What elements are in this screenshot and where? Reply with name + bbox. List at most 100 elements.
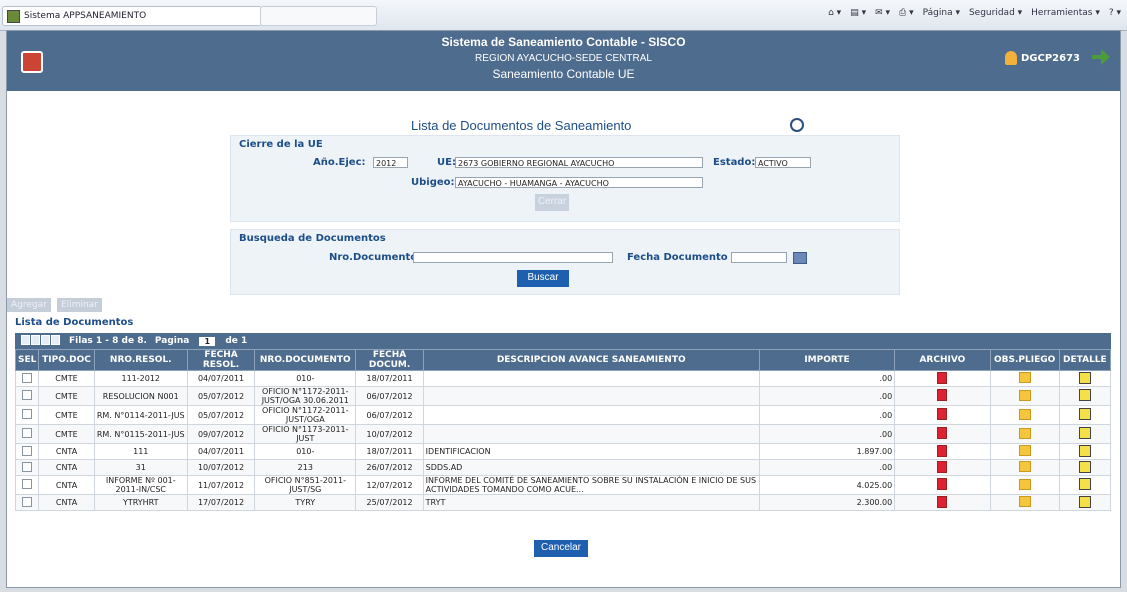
cell-obs[interactable] (989, 370, 1060, 387)
cell-archivo[interactable] (894, 475, 991, 495)
cell-obs[interactable] (989, 443, 1060, 460)
cell-obs[interactable] (989, 494, 1060, 511)
edit-icon[interactable] (1078, 389, 1091, 401)
cell-detalle[interactable] (1058, 494, 1112, 511)
browser-tab[interactable]: Sistema APPSANEAMIENTO (2, 6, 262, 26)
menu-seguridad[interactable]: Seguridad ▾ (969, 8, 1022, 18)
cell-archivo[interactable] (894, 494, 991, 511)
cell-desc (422, 405, 760, 425)
cell-detalle[interactable] (1058, 443, 1112, 460)
anio-field[interactable]: 2012 (373, 157, 408, 168)
row-checkbox[interactable] (14, 475, 40, 495)
nro-documento-input[interactable] (413, 252, 613, 263)
col-sel[interactable]: SEL (14, 349, 40, 371)
pdf-icon[interactable] (937, 495, 948, 508)
cell-detalle[interactable] (1058, 405, 1112, 425)
pdf-icon[interactable] (937, 444, 948, 457)
cell-archivo[interactable] (894, 443, 991, 460)
cell-detalle[interactable] (1058, 424, 1112, 444)
estado-field[interactable]: ACTIVO (755, 157, 811, 168)
col-archivo[interactable]: ARCHIVO (894, 349, 991, 371)
cell-importe: 1.897.00 (758, 443, 896, 460)
col-obs-pliego[interactable]: OBS.PLIEGO (989, 349, 1060, 371)
col-fecha-resol[interactable]: FECHA RESOL. (186, 349, 256, 371)
cell-archivo[interactable] (894, 370, 991, 387)
note-icon[interactable] (1018, 478, 1031, 490)
ue-field[interactable]: 2673 GOBIERNO REGIONAL AYACUCHO (455, 157, 703, 168)
note-icon[interactable] (1018, 461, 1031, 472)
mail-icon[interactable]: ✉ ▾ (875, 8, 890, 18)
cell-obs[interactable] (989, 475, 1060, 495)
ubigeo-field[interactable]: AYACUCHO - HUAMANGA - AYACUCHO (455, 177, 703, 188)
row-checkbox[interactable] (14, 370, 40, 387)
cell-archivo[interactable] (894, 405, 991, 425)
print-report-icon[interactable] (790, 118, 804, 132)
eliminar-button[interactable]: Eliminar (57, 298, 102, 312)
page-input[interactable]: 1 (199, 336, 216, 346)
note-icon[interactable] (1018, 496, 1031, 507)
edit-icon[interactable] (1078, 495, 1091, 508)
edit-icon[interactable] (1078, 427, 1091, 439)
pdf-icon[interactable] (937, 408, 948, 420)
pdf-icon[interactable] (937, 460, 948, 473)
feeds-icon[interactable]: ▤ ▾ (850, 8, 866, 18)
row-checkbox[interactable] (14, 494, 40, 511)
edit-icon[interactable] (1078, 460, 1091, 473)
cell-fdoc: 18/07/2011 (355, 443, 424, 460)
col-descripcion[interactable]: DESCRIPCION AVANCE SANEAMIENTO (422, 349, 760, 371)
edit-icon[interactable] (1078, 371, 1091, 384)
note-icon[interactable] (1018, 445, 1031, 456)
pdf-icon[interactable] (937, 427, 948, 439)
last-page-icon[interactable] (51, 334, 60, 345)
row-checkbox[interactable] (14, 459, 40, 476)
note-icon[interactable] (1018, 389, 1031, 401)
col-nro-resol[interactable]: NRO.RESOL. (93, 349, 188, 371)
cell-obs[interactable] (989, 386, 1060, 406)
pdf-icon[interactable] (937, 389, 948, 401)
first-page-icon[interactable] (21, 334, 30, 345)
agregar-button[interactable]: Agregar (7, 298, 51, 312)
cell-detalle[interactable] (1058, 459, 1112, 476)
col-tipo-doc[interactable]: TIPO.DOC (38, 349, 95, 371)
menu-pagina[interactable]: Página ▾ (923, 8, 960, 18)
cell-detalle[interactable] (1058, 475, 1112, 495)
pdf-icon[interactable] (937, 371, 948, 384)
buscar-button[interactable]: Buscar (517, 270, 569, 287)
edit-icon[interactable] (1078, 444, 1091, 457)
note-icon[interactable] (1018, 372, 1031, 383)
menu-herramientas[interactable]: Herramientas ▾ (1031, 8, 1100, 18)
col-detalle[interactable]: DETALLE (1058, 349, 1112, 371)
row-checkbox[interactable] (14, 424, 40, 444)
user-badge[interactable]: DGCP2673 (1004, 51, 1080, 65)
print-icon[interactable]: ⎙ ▾ (899, 8, 914, 18)
calendar-icon[interactable] (793, 252, 807, 264)
cell-archivo[interactable] (894, 386, 991, 406)
fecha-documento-input[interactable] (731, 252, 787, 263)
cancelar-button[interactable]: Cancelar (534, 540, 588, 557)
new-tab[interactable] (260, 6, 377, 26)
cell-obs[interactable] (989, 424, 1060, 444)
note-icon[interactable] (1018, 408, 1031, 420)
cell-detalle[interactable] (1058, 386, 1112, 406)
col-nro-documento[interactable]: NRO.DOCUMENTO (254, 349, 357, 371)
row-checkbox[interactable] (14, 386, 40, 406)
edit-icon[interactable] (1078, 408, 1091, 420)
row-checkbox[interactable] (14, 443, 40, 460)
home-icon[interactable]: ⌂ ▾ (828, 8, 841, 18)
help-icon[interactable]: ? ▾ (1109, 8, 1121, 18)
cell-archivo[interactable] (894, 424, 991, 444)
cell-obs[interactable] (989, 405, 1060, 425)
col-importe[interactable]: IMPORTE (758, 349, 896, 371)
exit-icon[interactable] (1092, 49, 1110, 65)
pdf-icon[interactable] (937, 478, 948, 490)
row-checkbox[interactable] (14, 405, 40, 425)
col-fecha-docum[interactable]: FECHA DOCUM. (355, 349, 424, 371)
cerrar-button[interactable]: Cerrar (535, 194, 569, 211)
cell-obs[interactable] (989, 459, 1060, 476)
cell-detalle[interactable] (1058, 370, 1112, 387)
edit-icon[interactable] (1078, 478, 1091, 490)
prev-page-icon[interactable] (31, 334, 40, 345)
cell-archivo[interactable] (894, 459, 991, 476)
note-icon[interactable] (1018, 427, 1031, 439)
next-page-icon[interactable] (41, 334, 50, 345)
